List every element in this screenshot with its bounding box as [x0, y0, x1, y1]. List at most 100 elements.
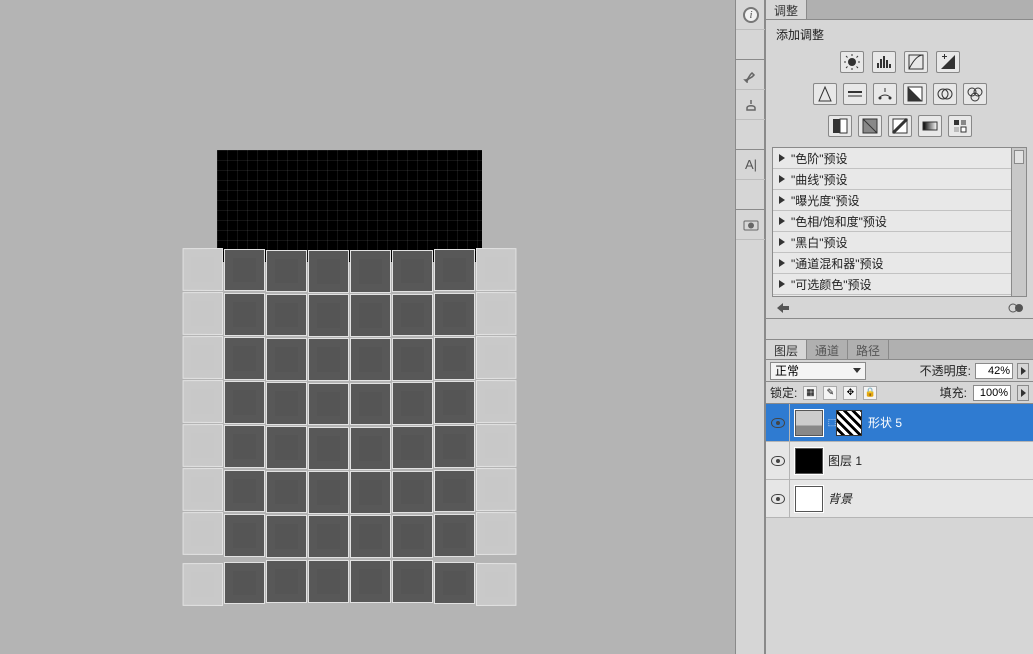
preset-row[interactable]: "黑白"预设	[773, 232, 1026, 253]
clip-to-layer-icon[interactable]	[1007, 300, 1025, 316]
warp-cell[interactable]	[476, 380, 516, 423]
warp-cell[interactable]	[434, 562, 475, 605]
warp-cell[interactable]	[434, 514, 475, 557]
tab-channels[interactable]: 通道	[807, 340, 848, 359]
warp-cell[interactable]	[308, 338, 349, 381]
warp-cell[interactable]	[183, 512, 223, 555]
warp-cell[interactable]	[266, 515, 307, 558]
warp-cell[interactable]	[266, 426, 307, 469]
warp-cell[interactable]	[392, 294, 433, 337]
selective-color-icon[interactable]	[948, 115, 972, 137]
character-panel-icon[interactable]: A|	[736, 150, 766, 180]
tab-layers[interactable]: 图层	[766, 340, 807, 359]
posterize-icon[interactable]	[858, 115, 882, 137]
warp-cell[interactable]	[266, 471, 307, 514]
warp-cell[interactable]	[224, 425, 265, 468]
warp-cell[interactable]	[434, 381, 475, 424]
warp-cell[interactable]	[392, 250, 433, 293]
vibrance-icon[interactable]	[813, 83, 837, 105]
tab-paths[interactable]: 路径	[848, 340, 889, 359]
warp-cell[interactable]	[224, 562, 265, 605]
levels-icon[interactable]	[872, 51, 896, 73]
tab-adjustments[interactable]: 调整	[766, 0, 807, 19]
warp-cell[interactable]	[392, 471, 433, 514]
warp-cell[interactable]	[350, 250, 391, 293]
warp-cell[interactable]	[183, 424, 223, 467]
curves-icon[interactable]	[904, 51, 928, 73]
photo-filter-icon[interactable]	[933, 83, 957, 105]
hue-sat-icon[interactable]	[843, 83, 867, 105]
channel-mixer-icon[interactable]	[963, 83, 987, 105]
warp-cell[interactable]	[224, 293, 265, 336]
warp-cell[interactable]	[224, 249, 265, 292]
warp-cell[interactable]	[266, 382, 307, 425]
warp-cell[interactable]	[183, 563, 223, 606]
preset-list[interactable]: "色阶"预设"曲线"预设"曝光度"预设"色相/饱和度"预设"黑白"预设"通道混和…	[772, 147, 1027, 297]
preset-row[interactable]: "色阶"预设	[773, 148, 1026, 169]
warp-cell[interactable]	[392, 426, 433, 469]
warp-cell[interactable]	[350, 294, 391, 337]
warp-cell[interactable]	[308, 427, 349, 470]
layer-row-shape5[interactable]: ⬚ 形状 5	[766, 404, 1033, 442]
warp-cell[interactable]	[224, 514, 265, 557]
warp-cell[interactable]	[434, 337, 475, 380]
warp-cell[interactable]	[308, 250, 349, 293]
preset-row[interactable]: "色相/饱和度"预设	[773, 211, 1026, 232]
warp-cell[interactable]	[308, 383, 349, 426]
blend-mode-dropdown[interactable]: 正常	[770, 362, 866, 380]
warp-cell[interactable]	[392, 515, 433, 558]
warp-cell[interactable]	[350, 515, 391, 558]
layer-thumb[interactable]	[794, 447, 824, 475]
warp-cell[interactable]	[183, 468, 223, 511]
warp-cell[interactable]	[308, 560, 349, 603]
warp-cell[interactable]	[476, 563, 516, 606]
warp-cell[interactable]	[350, 338, 391, 381]
preset-row[interactable]: "曝光度"预设	[773, 190, 1026, 211]
warp-cell[interactable]	[434, 470, 475, 513]
camera-panel-icon[interactable]	[736, 210, 766, 240]
opacity-stepper[interactable]	[1017, 363, 1029, 379]
brush-panel-icon[interactable]	[736, 60, 766, 90]
visibility-toggle[interactable]	[766, 442, 790, 479]
warp-cell[interactable]	[434, 425, 475, 468]
preset-row[interactable]: "通道混和器"预设	[773, 253, 1026, 274]
warp-cell[interactable]	[266, 560, 307, 603]
warp-cell[interactable]	[266, 294, 307, 337]
warp-cell[interactable]	[350, 427, 391, 470]
warp-cell[interactable]	[266, 338, 307, 381]
brightness-contrast-icon[interactable]	[840, 51, 864, 73]
warp-cell[interactable]	[266, 250, 307, 293]
opacity-input[interactable]: 42%	[975, 363, 1013, 379]
warp-cell[interactable]	[392, 338, 433, 381]
exposure-icon[interactable]	[936, 51, 960, 73]
warp-cell[interactable]	[434, 293, 475, 336]
warp-cell[interactable]	[308, 471, 349, 514]
layer-row-background[interactable]: 背景	[766, 480, 1033, 518]
lock-all-icon[interactable]: 🔒	[863, 386, 877, 400]
warp-cell[interactable]	[308, 515, 349, 558]
preset-row[interactable]: "可选颜色"预设	[773, 274, 1026, 295]
link-icon[interactable]: ⬚	[828, 417, 836, 428]
canvas-area[interactable]	[0, 0, 733, 654]
return-to-list-icon[interactable]	[774, 300, 792, 316]
warp-cell[interactable]	[392, 382, 433, 425]
warp-cell[interactable]	[476, 468, 516, 511]
color-balance-icon[interactable]	[873, 83, 897, 105]
warp-cell[interactable]	[434, 249, 475, 292]
warp-cell[interactable]	[476, 512, 516, 555]
warp-cell[interactable]	[183, 248, 223, 291]
warp-cell[interactable]	[350, 383, 391, 426]
visibility-toggle[interactable]	[766, 404, 790, 441]
preset-row[interactable]: "曲线"预设	[773, 169, 1026, 190]
warp-cell[interactable]	[476, 336, 516, 379]
black-white-icon[interactable]	[903, 83, 927, 105]
warp-cell[interactable]	[308, 294, 349, 337]
visibility-toggle[interactable]	[766, 480, 790, 517]
warp-cell[interactable]	[224, 381, 265, 424]
warp-grid[interactable]	[182, 250, 518, 600]
warp-cell[interactable]	[183, 292, 223, 335]
info-panel-icon[interactable]: i	[736, 0, 766, 30]
warp-cell[interactable]	[224, 337, 265, 380]
warp-cell[interactable]	[476, 292, 516, 335]
warp-cell[interactable]	[476, 248, 516, 291]
